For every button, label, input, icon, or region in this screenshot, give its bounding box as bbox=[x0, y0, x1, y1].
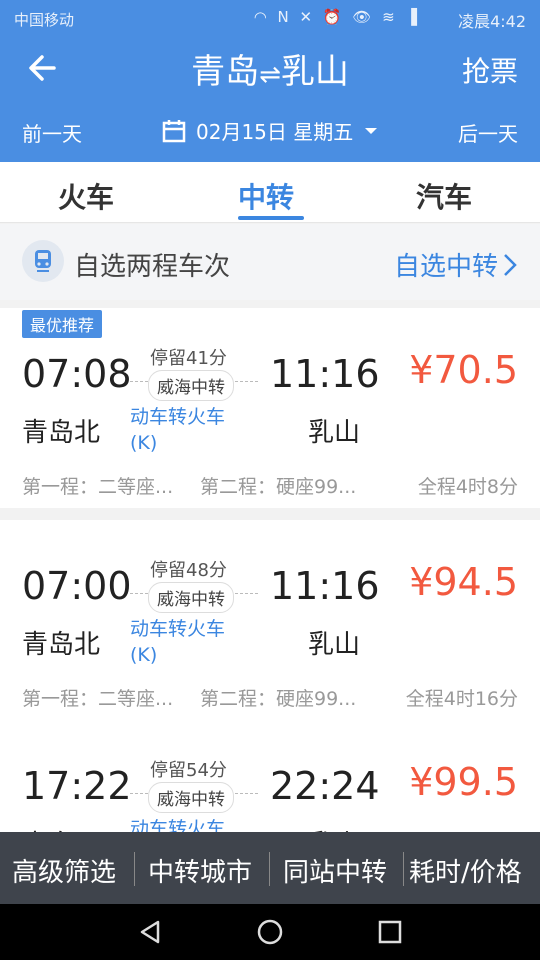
train-type: 动车转火车 bbox=[130, 816, 225, 832]
nav-home-icon[interactable] bbox=[256, 918, 284, 946]
first-leg-seat: 第一程：二等座... bbox=[22, 476, 174, 498]
tab-bus[interactable]: 汽车 bbox=[416, 176, 472, 216]
total-duration: 全程4时16分 bbox=[405, 688, 518, 710]
train-type-line1: 动车转火车 bbox=[130, 818, 226, 832]
arrival-time: 22:24 bbox=[270, 764, 380, 808]
price: ¥99.5 bbox=[409, 760, 518, 804]
stop-duration: 停留48分 bbox=[150, 560, 227, 581]
mode-tabs: 火车 中转 汽车 bbox=[0, 162, 540, 223]
swap-arrows-icon[interactable]: ⇌ bbox=[259, 60, 281, 90]
nav-back-icon[interactable] bbox=[136, 918, 164, 946]
custom-two-leg-label: 自选两程车次 bbox=[74, 252, 231, 282]
divider bbox=[269, 852, 270, 886]
train-icon bbox=[22, 240, 64, 282]
departure-time: 17:22 bbox=[22, 764, 132, 808]
transfer-city: 威海中转 bbox=[148, 582, 234, 613]
train-type: 动车转火车 (K) bbox=[130, 404, 225, 456]
transfer-city-filter-button[interactable]: 中转城市 bbox=[148, 852, 252, 889]
second-leg-seat: 第二程：硬座99... bbox=[200, 688, 357, 710]
time-price-sort-button[interactable]: 耗时/价格 bbox=[409, 852, 522, 889]
arrival-time: 11:16 bbox=[270, 564, 380, 608]
best-recommend-badge: 最优推荐 bbox=[22, 310, 103, 338]
transfer-city: 威海中转 bbox=[148, 370, 234, 401]
prev-day-button[interactable]: 前一天 bbox=[22, 118, 82, 147]
arrival-time: 11:16 bbox=[270, 352, 380, 396]
departure-time: 07:08 bbox=[22, 352, 132, 396]
stop-duration: 停留54分 bbox=[150, 760, 227, 781]
departure-station: 青岛北 bbox=[22, 630, 101, 660]
arrival-station: 乳山 bbox=[308, 418, 361, 448]
arrival-station: 乳山 bbox=[308, 824, 360, 832]
clock: 凌晨4:42 bbox=[458, 12, 526, 31]
custom-transfer-link-label: 自选中转 bbox=[393, 252, 498, 282]
route-to: 乳山 bbox=[280, 52, 349, 92]
status-bar: 中国移动 ◠ N ✕ ⏰ 👁 ≋ ▐ 凌晨4:42 bbox=[0, 0, 540, 36]
route-from: 青岛 bbox=[191, 52, 260, 92]
train-type-line2: (K) bbox=[130, 432, 158, 454]
route-title: 青岛⇌乳山 bbox=[0, 44, 540, 93]
stop-duration: 停留41分 bbox=[150, 348, 227, 369]
same-station-transfer-button[interactable]: 同站中转 bbox=[283, 852, 387, 889]
active-tab-indicator bbox=[238, 216, 304, 220]
departure-station: 青岛 bbox=[22, 824, 74, 832]
result-card[interactable]: 最优推荐 07:08 停留41分 威海中转 动车转火车 (K) 11:16 ¥70… bbox=[0, 308, 540, 508]
train-type: 动车转火车 (K) bbox=[130, 616, 225, 668]
app-header: 中国移动 ◠ N ✕ ⏰ 👁 ≋ ▐ 凌晨4:42 青岛⇌乳山 抢票 前一天 0… bbox=[0, 0, 540, 162]
transfer-city: 威海中转 bbox=[148, 782, 234, 813]
custom-transfer-row[interactable]: 自选两程车次 自选中转 bbox=[0, 224, 540, 300]
system-nav-bar bbox=[0, 904, 540, 960]
grab-ticket-button[interactable]: 抢票 bbox=[462, 50, 518, 90]
train-type-line1: 动车转火车 bbox=[130, 618, 226, 640]
status-icons: ◠ N ✕ ⏰ 👁 ≋ ▐ bbox=[253, 8, 420, 26]
total-duration: 全程4时8分 bbox=[417, 476, 518, 498]
first-leg-seat: 第一程：二等座... bbox=[22, 688, 174, 710]
chevron-right-icon bbox=[504, 253, 517, 276]
date-label: 02月15日 星期五 bbox=[196, 120, 354, 144]
divider bbox=[403, 852, 404, 886]
dropdown-caret-icon bbox=[365, 127, 378, 134]
train-type-line2: (K) bbox=[130, 644, 158, 666]
tab-transfer[interactable]: 中转 bbox=[238, 176, 294, 216]
train-type-line1: 动车转火车 bbox=[130, 406, 226, 428]
date-selector[interactable]: 02月15日 星期五 bbox=[162, 116, 381, 145]
divider bbox=[134, 852, 135, 886]
next-day-button[interactable]: 后一天 bbox=[458, 118, 518, 147]
result-card[interactable]: 07:00 停留48分 威海中转 动车转火车 (K) 11:16 ¥94.5 青岛… bbox=[0, 520, 540, 720]
departure-time: 07:00 bbox=[22, 564, 132, 608]
nav-recents-icon[interactable] bbox=[376, 918, 404, 946]
price: ¥94.5 bbox=[409, 560, 518, 604]
advanced-filter-button[interactable]: 高级筛选 bbox=[12, 852, 116, 889]
custom-transfer-link[interactable]: 自选中转 bbox=[394, 246, 518, 283]
second-leg-seat: 第二程：硬座99... bbox=[200, 476, 357, 498]
filter-bar: 高级筛选 中转城市 同站中转 耗时/价格 bbox=[0, 832, 540, 904]
price: ¥70.5 bbox=[409, 348, 518, 392]
arrival-station: 乳山 bbox=[308, 630, 361, 660]
departure-station: 青岛北 bbox=[22, 418, 101, 448]
carrier-name: 中国移动 bbox=[14, 11, 75, 29]
calendar-icon bbox=[162, 119, 186, 142]
tab-train[interactable]: 火车 bbox=[58, 176, 114, 216]
result-card[interactable]: 17:22 停留54分 威海中转 动车转火车 22:24 ¥99.5 青岛 乳山 bbox=[0, 720, 540, 832]
